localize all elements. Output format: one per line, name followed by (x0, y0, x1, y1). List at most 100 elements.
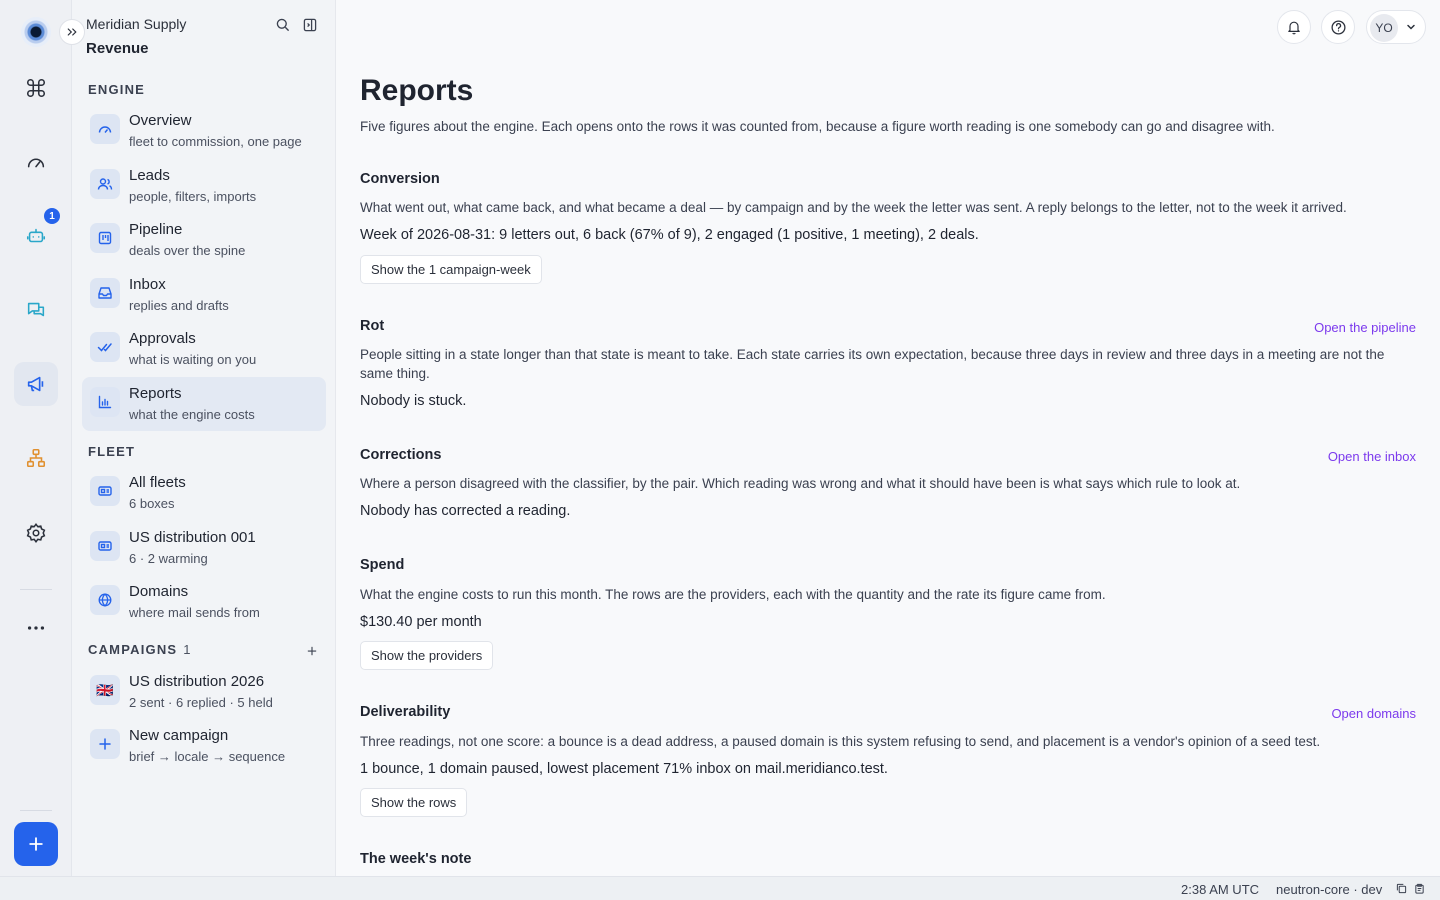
spend-description: What the engine costs to run this month.… (360, 587, 1106, 602)
double-check-icon (90, 332, 120, 362)
globe-icon (90, 585, 120, 615)
app-logo[interactable] (21, 17, 51, 47)
clipboard-icon[interactable] (1414, 883, 1425, 894)
sidebar-item-label: Reports (129, 385, 182, 402)
search-icon[interactable] (272, 14, 294, 36)
sidebar-item-subtitle: deals over the spine (129, 243, 246, 258)
conversion-figure: Week of 2026-08-31: 9 letters out, 6 bac… (360, 227, 979, 243)
chat-icon[interactable] (14, 288, 58, 332)
sidebar-item-subtitle: what is waiting on you (129, 352, 257, 367)
page-title: Reports (360, 74, 474, 107)
create-button[interactable] (14, 822, 58, 866)
sidebar-item-us-distribution-001[interactable]: US distribution 001 6 · 2 warming (82, 521, 326, 575)
corrections-figure: Nobody has corrected a reading. (360, 503, 571, 519)
rot-description: People sitting in a state longer than th… (360, 347, 1385, 381)
sidebar-item-new-campaign[interactable]: New campaign brief → locale → sequence (82, 719, 326, 773)
sidebar-item-domains[interactable]: Domains where mail sends from (82, 575, 326, 629)
expand-sidebar-button[interactable] (59, 19, 85, 45)
sidebar-item-label: Approvals (129, 330, 196, 347)
organization-name[interactable]: Meridian Supply (86, 16, 186, 32)
rot-title: Rot (360, 318, 385, 334)
campaigns-count: 1 (183, 642, 191, 657)
gauge-icon (90, 114, 120, 144)
show-campaign-week-button[interactable]: Show the 1 campaign-week (360, 255, 542, 284)
panel-toggle-icon[interactable] (299, 14, 321, 36)
corrections-title: Corrections (360, 447, 442, 463)
sidebar-item-label: Inbox (129, 276, 166, 293)
corrections-description: Where a person disagreed with the classi… (360, 476, 1241, 491)
status-time: 2:38 AM UTC (1181, 882, 1260, 897)
page-description: Five figures about the engine. Each open… (360, 119, 1275, 134)
sidebar-item-label: US distribution 2026 (129, 673, 265, 690)
sidebar-item-subtitle: where mail sends from (129, 605, 260, 620)
sidebar-item-subtitle: fleet to commission, one page (129, 134, 302, 149)
section-campaigns-label: CAMPAIGNS (88, 642, 178, 657)
org-chart-icon[interactable] (14, 436, 58, 480)
section-fleet: FLEET (88, 444, 136, 459)
sidebar-item-subtitle: people, filters, imports (129, 189, 257, 204)
notification-badge: 1 (44, 208, 60, 224)
deliverability-figure: 1 bounce, 1 domain paused, lowest placem… (360, 761, 888, 777)
section-engine: ENGINE (88, 82, 146, 97)
conversion-description: What went out, what came back, and what … (360, 200, 1347, 215)
sidebar-item-subtitle: what the engine costs (129, 407, 255, 422)
open-inbox-link[interactable]: Open the inbox (1328, 449, 1416, 464)
sidebar-item-inbox[interactable]: Inbox replies and drafts (82, 268, 326, 322)
deliverability-title: Deliverability (360, 704, 451, 720)
fleet-icon (90, 476, 120, 506)
spend-figure: $130.40 per month (360, 614, 482, 630)
sidebar: Meridian Supply Revenue ENGINE Overview … (72, 0, 336, 876)
people-icon (90, 169, 120, 199)
sidebar-item-subtitle: 6 · 2 warming (129, 551, 208, 566)
sidebar-item-pipeline[interactable]: Pipeline deals over the spine (82, 213, 326, 267)
sidebar-item-label: Leads (129, 167, 170, 184)
sidebar-item-subtitle: 2 sent · 6 replied · 5 held (129, 695, 273, 710)
show-providers-button[interactable]: Show the providers (360, 641, 494, 670)
sidebar-item-all-fleets[interactable]: All fleets 6 boxes (82, 466, 326, 520)
workspace-title: Revenue (86, 40, 149, 57)
sidebar-item-leads[interactable]: Leads people, filters, imports (82, 159, 326, 213)
add-campaign-button[interactable] (304, 643, 320, 659)
sidebar-item-label: Overview (129, 112, 192, 129)
weeks-note-title: The week's note (360, 851, 472, 867)
bot-icon[interactable]: 1 (14, 208, 60, 258)
open-pipeline-link[interactable]: Open the pipeline (1314, 320, 1416, 335)
copy-icon[interactable] (1396, 883, 1407, 894)
rot-figure: Nobody is stuck. (360, 393, 467, 409)
sidebar-item-reports[interactable]: Reports what the engine costs (82, 377, 326, 431)
inbox-icon (90, 278, 120, 308)
sidebar-item-label: Domains (129, 583, 189, 600)
conversion-title: Conversion (360, 171, 440, 187)
fleet-icon (90, 531, 120, 561)
gear-icon[interactable] (14, 511, 58, 555)
sidebar-item-subtitle: replies and drafts (129, 298, 229, 313)
sidebar-item-subtitle: brief → locale → sequence (129, 749, 286, 764)
sidebar-item-label: US distribution 001 (129, 529, 256, 546)
kanban-icon (90, 223, 120, 253)
show-rows-button[interactable]: Show the rows (360, 788, 468, 817)
avatar: YO (1370, 14, 1398, 42)
more-icon[interactable] (14, 606, 58, 650)
megaphone-icon[interactable] (14, 362, 58, 406)
icon-rail: 1 (0, 0, 72, 876)
help-icon[interactable] (1321, 10, 1355, 44)
sidebar-item-approvals[interactable]: Approvals what is waiting on you (82, 322, 326, 376)
sidebar-item-label: New campaign (129, 727, 229, 744)
spend-title: Spend (360, 557, 405, 573)
section-campaigns: CAMPAIGNS 1 (88, 642, 191, 657)
bar-chart-icon (90, 387, 120, 417)
open-domains-link[interactable]: Open domains (1331, 706, 1416, 721)
plus-icon (90, 729, 120, 759)
chevron-down-icon (1407, 24, 1415, 30)
sidebar-item-overview[interactable]: Overview fleet to commission, one page (82, 104, 326, 158)
bell-icon[interactable] (1277, 10, 1311, 44)
deliverability-description: Three readings, not one score: a bounce … (360, 734, 1321, 749)
uk-flag-icon: 🇬🇧 (90, 675, 120, 705)
command-icon[interactable] (14, 66, 58, 110)
sidebar-item-subtitle: 6 boxes (129, 496, 175, 511)
user-menu[interactable]: YO (1366, 10, 1426, 44)
gauge-icon[interactable] (14, 140, 58, 184)
sidebar-item-us-distribution-2026[interactable]: 🇬🇧 US distribution 2026 2 sent · 6 repli… (82, 665, 326, 719)
sidebar-item-label: All fleets (129, 474, 186, 491)
status-bar: 2:38 AM UTC neutron-core · dev (0, 876, 1440, 900)
